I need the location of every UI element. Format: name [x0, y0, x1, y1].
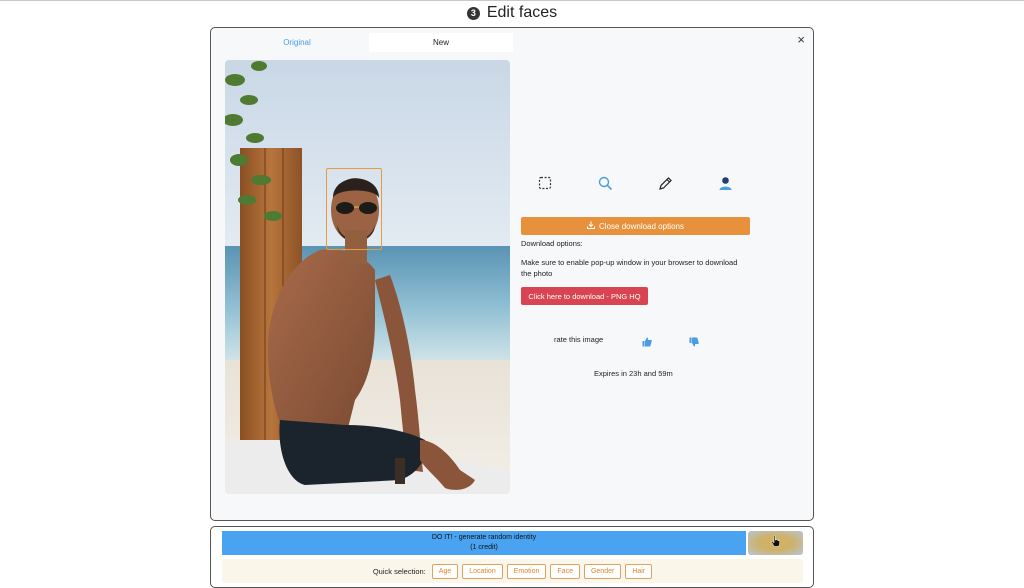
- popup-notice-line1: Make sure to enable pop-up window in you…: [521, 258, 738, 267]
- close-download-options-label: Close download options: [599, 221, 684, 231]
- quick-option-emotion[interactable]: Emotion: [506, 563, 547, 579]
- edit-modal: × Original New Close download options Do…: [210, 27, 814, 521]
- download-png-button[interactable]: Click here to download - PNG HQ: [521, 287, 648, 305]
- generate-panel: DO IT! - generate random identity (1 cre…: [210, 526, 814, 588]
- quick-option-location[interactable]: Location: [462, 563, 503, 579]
- popup-notice-line2: the photo: [521, 269, 553, 278]
- quick-selection-bar: Quick selection: Age Location Emotion Fa…: [222, 559, 803, 583]
- pencil-icon[interactable]: [658, 176, 676, 194]
- page-title-text: Edit faces: [486, 4, 558, 21]
- doit-credit-label: (1 credit): [470, 544, 498, 551]
- quick-option-face[interactable]: Face: [550, 563, 580, 579]
- photo-illustration: [225, 60, 510, 494]
- step-number-badge: 3: [466, 6, 480, 20]
- doit-side-button[interactable]: [748, 531, 803, 555]
- top-divider: [0, 0, 1024, 1]
- face-detection-box[interactable]: [326, 168, 382, 250]
- quick-option-gender[interactable]: Gender: [583, 563, 622, 579]
- selection-icon[interactable]: [538, 176, 556, 194]
- view-tabs: Original New: [225, 33, 513, 52]
- tab-new[interactable]: New: [369, 33, 513, 52]
- quick-option-age[interactable]: Age: [431, 563, 459, 579]
- edited-photo: [225, 60, 510, 494]
- close-download-options-button[interactable]: Close download options: [521, 217, 750, 235]
- pointer-hand-icon: [770, 534, 781, 552]
- rate-label: rate this image: [554, 335, 604, 344]
- search-icon[interactable]: [598, 176, 616, 194]
- tab-original[interactable]: Original: [225, 33, 369, 52]
- doit-generate-button[interactable]: DO IT! - generate random identity (1 cre…: [222, 531, 746, 555]
- download-options-heading: Download options:: [521, 239, 583, 248]
- quick-selection-label: Quick selection:: [372, 566, 426, 576]
- expires-text: Expires in 23h and 59m: [594, 369, 673, 378]
- doit-label: DO IT! - generate random identity: [431, 534, 537, 541]
- page-title: 3 Edit faces: [0, 4, 1024, 22]
- thumbs-down-icon[interactable]: [689, 334, 701, 347]
- close-icon[interactable]: ×: [797, 32, 805, 47]
- user-icon[interactable]: [718, 176, 736, 194]
- download-icon: [587, 221, 596, 231]
- tool-row: [521, 176, 811, 196]
- quick-option-hair[interactable]: Hair: [625, 563, 653, 579]
- thumbs-up-icon[interactable]: [642, 334, 654, 347]
